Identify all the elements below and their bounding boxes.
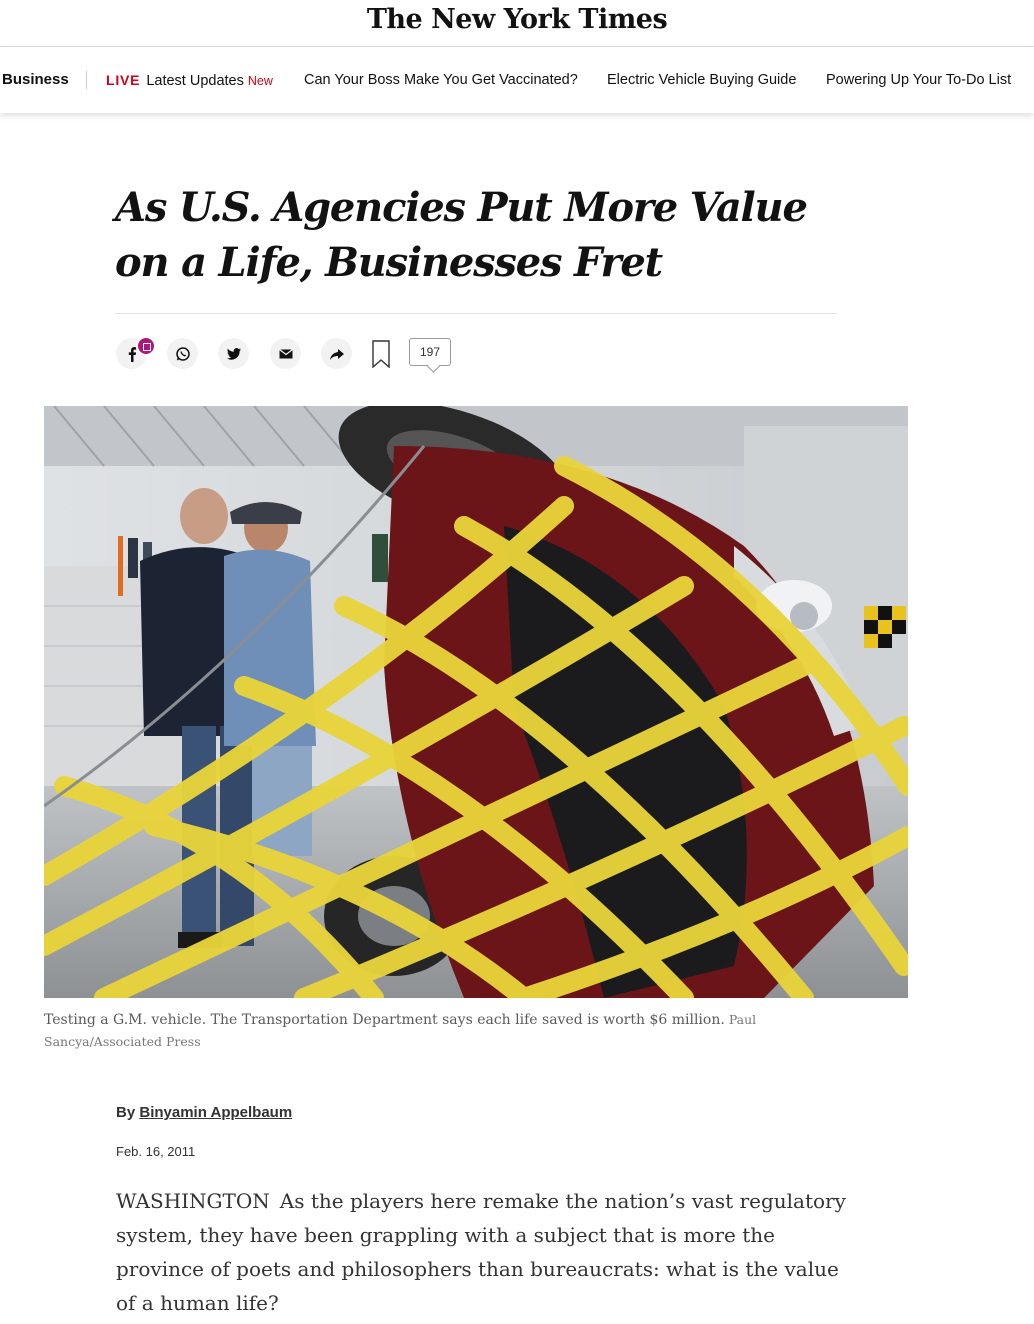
- twitter-icon: [226, 347, 241, 360]
- article-lede: WASHINGTON As the players here remake the…: [116, 1184, 846, 1320]
- new-tag: New: [247, 74, 273, 88]
- nav-link-ev-guide[interactable]: Electric Vehicle Buying Guide: [607, 72, 796, 88]
- author-link[interactable]: Binyamin Appelbaum: [139, 1104, 292, 1121]
- live-updates-link[interactable]: LIVE Latest Updates New: [106, 72, 273, 89]
- email-share-button[interactable]: [270, 338, 301, 369]
- lead-photo: [44, 406, 908, 998]
- masthead: The New York Times: [0, 0, 1034, 47]
- photo-caption: Testing a G.M. vehicle. The Transportati…: [44, 1009, 824, 1053]
- share-arrow-icon: [329, 348, 344, 360]
- section-nav: Business LIVE Latest Updates New Can Your …: [0, 47, 1034, 113]
- comments-button[interactable]: 197: [409, 338, 451, 366]
- live-updates-label: Latest Updates: [146, 73, 244, 89]
- live-tag: LIVE: [106, 72, 141, 88]
- crash-test-vehicle-image: [44, 406, 908, 998]
- bookmark-icon[interactable]: [372, 340, 390, 368]
- nav-link-vaccinated[interactable]: Can Your Boss Make You Get Vaccinated?: [304, 72, 578, 88]
- email-icon: [278, 348, 293, 358]
- byline-prefix: By: [116, 1104, 136, 1121]
- comment-count: 197: [419, 345, 441, 359]
- dateline: WASHINGTON: [116, 1189, 270, 1213]
- whatsapp-share-button[interactable]: [167, 338, 198, 369]
- more-share-button[interactable]: [321, 338, 352, 369]
- notification-badge: [136, 336, 156, 356]
- byline: By Binyamin Appelbaum: [116, 1104, 292, 1121]
- article-headline: As U.S. Agencies Put More Value on a Lif…: [115, 184, 808, 286]
- twitter-share-button[interactable]: [218, 338, 249, 369]
- nav-divider: [86, 71, 87, 89]
- headline-rule: [115, 313, 837, 314]
- publish-date: Feb. 16, 2011: [116, 1144, 196, 1159]
- caption-text: Testing a G.M. vehicle. The Transportati…: [44, 1012, 725, 1028]
- nav-link-todo[interactable]: Powering Up Your To-Do List: [826, 72, 1011, 88]
- nyt-logo[interactable]: The New York Times: [0, 4, 1034, 35]
- whatsapp-icon: [175, 346, 190, 361]
- section-link-business[interactable]: Business: [2, 71, 69, 88]
